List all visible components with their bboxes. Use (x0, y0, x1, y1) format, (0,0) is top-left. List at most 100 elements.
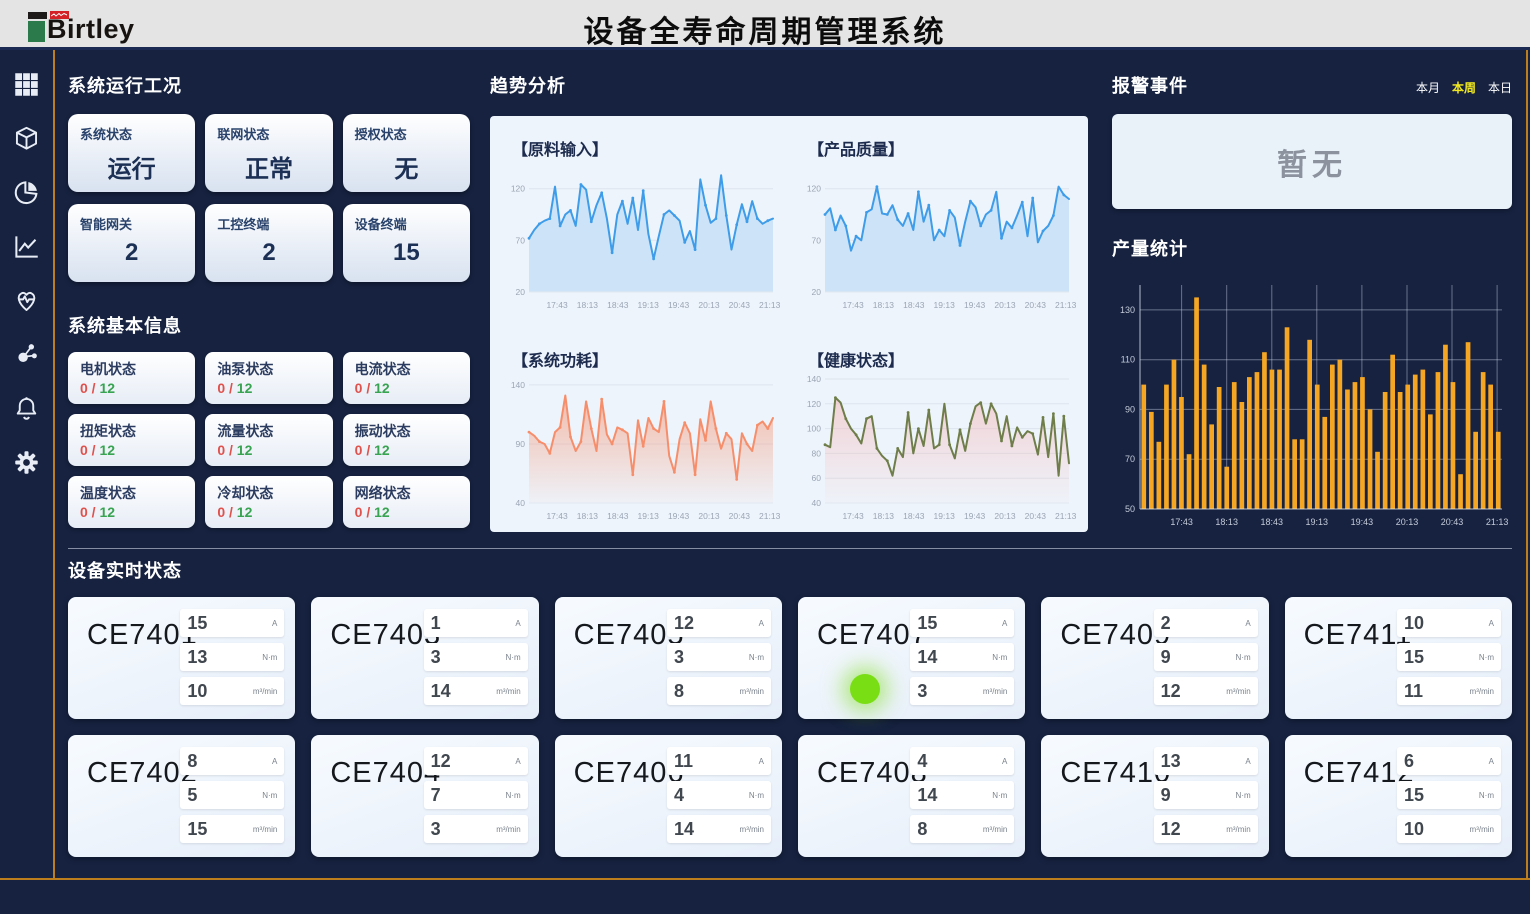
alarm-production-panel: 报警事件 本月本周本日 暂无 产量统计 17:4318:1318:4319:13… (1112, 72, 1512, 550)
raw-input-chart: 【原料输入】 207012017:4318:1318:4319:1319:432… (494, 122, 790, 333)
device-card[interactable]: CE74028A5N·m15m³/min (68, 735, 295, 857)
alarm-period-tabs: 本月本周本日 (1416, 79, 1512, 96)
device-value-row: 12m³/min (1154, 815, 1258, 843)
device-unit: A (1245, 757, 1250, 766)
device-value-row: 4N·m (667, 781, 771, 809)
info-card: 温度状态0 / 12 (68, 476, 195, 528)
info-card: 冷却状态0 / 12 (205, 476, 332, 528)
svg-text:21:13: 21:13 (1055, 511, 1077, 521)
device-value-row: 15m³/min (180, 815, 284, 843)
svg-text:20:43: 20:43 (729, 300, 751, 310)
device-values: 11A4N·m14m³/min (667, 747, 771, 843)
info-card-ratio: 0 / 12 (217, 442, 320, 458)
device-value-row: 3N·m (424, 643, 528, 671)
line-chart-icon[interactable] (13, 232, 41, 260)
svg-text:19:13: 19:13 (934, 300, 956, 310)
device-card[interactable]: CE74031A3N·m14m³/min (311, 597, 538, 719)
alarm-count: 0 / (355, 380, 374, 396)
production-title: 产量统计 (1112, 235, 1512, 261)
device-value: 9 (1161, 647, 1171, 668)
device-card[interactable]: CE741110A15N·m11m³/min (1285, 597, 1512, 719)
alarm-tab-本日[interactable]: 本日 (1488, 79, 1512, 96)
production-chart: 17:4318:1318:4319:1319:4320:1320:4321:13… (1112, 271, 1512, 550)
device-card[interactable]: CE740611A4N·m14m³/min (555, 735, 782, 857)
bell-icon[interactable] (13, 394, 41, 422)
device-card[interactable]: CE741013A9N·m12m³/min (1041, 735, 1268, 857)
svg-text:18:43: 18:43 (607, 511, 629, 521)
device-card[interactable]: CE740412A7N·m3m³/min (311, 735, 538, 857)
device-value-row: 10m³/min (180, 677, 284, 705)
network-icon[interactable] (13, 340, 41, 368)
device-values: 1A3N·m14m³/min (424, 609, 528, 705)
device-card[interactable]: CE74126A15N·m10m³/min (1285, 735, 1512, 857)
gear-icon[interactable] (13, 448, 41, 476)
device-card[interactable]: CE74092A9N·m12m³/min (1041, 597, 1268, 719)
device-grid: CE740115A13N·m10m³/minCE74031A3N·m14m³/m… (68, 597, 1512, 857)
svg-text:19:43: 19:43 (964, 511, 986, 521)
svg-text:120: 120 (807, 184, 821, 194)
device-value: 12 (1161, 819, 1181, 840)
alarm-tab-本月[interactable]: 本月 (1416, 79, 1440, 96)
dashboard-root: { "header": { "logo_text": "Birtley", "t… (0, 0, 1530, 914)
device-value-row: 2A (1154, 609, 1258, 637)
total-count: 12 (374, 380, 390, 396)
trend-title: 趋势分析 (490, 72, 1088, 98)
device-value: 2 (1161, 613, 1171, 634)
device-card[interactable]: CE740512A3N·m8m³/min (555, 597, 782, 719)
device-value: 4 (674, 785, 684, 806)
production-chart-plot: 17:4318:1318:4319:1319:4320:1320:4321:13… (1112, 271, 1514, 545)
device-value: 12 (674, 613, 694, 634)
device-value: 3 (917, 681, 927, 702)
info-card: 网络状态0 / 12 (343, 476, 470, 528)
health-icon[interactable] (13, 286, 41, 314)
device-value-row: 8A (180, 747, 284, 775)
device-value-row: 4A (910, 747, 1014, 775)
status-card: 工控终端2 (205, 204, 332, 282)
svg-text:110: 110 (1121, 355, 1135, 365)
gold-divider-left (53, 50, 55, 878)
device-value: 14 (917, 647, 937, 668)
device-unit: A (272, 757, 277, 766)
device-unit: m³/min (740, 687, 764, 696)
alarm-tab-本周[interactable]: 本周 (1452, 79, 1476, 96)
device-value: 4 (917, 751, 927, 772)
device-values: 12A3N·m8m³/min (667, 609, 771, 705)
device-value-row: 3m³/min (424, 815, 528, 843)
device-value: 3 (674, 647, 684, 668)
active-indicator (850, 674, 880, 704)
device-value: 8 (917, 819, 927, 840)
status-card-label: 系统状态 (80, 124, 183, 143)
device-value-row: 14m³/min (667, 815, 771, 843)
svg-text:19:13: 19:13 (638, 300, 660, 310)
total-count: 12 (374, 442, 390, 458)
device-unit: m³/min (983, 687, 1007, 696)
device-value: 9 (1161, 785, 1171, 806)
device-value: 14 (674, 819, 694, 840)
status-card-label: 智能网关 (80, 214, 183, 233)
device-unit: A (515, 757, 520, 766)
alarm-title: 报警事件 (1112, 72, 1188, 98)
grid-icon[interactable] (13, 70, 41, 98)
svg-text:17:43: 17:43 (842, 511, 864, 521)
device-value-row: 10A (1397, 609, 1501, 637)
svg-text:17:43: 17:43 (842, 300, 864, 310)
system-info-title: 系统基本信息 (68, 312, 470, 338)
device-unit: N·m (506, 791, 521, 800)
device-unit: A (1002, 757, 1007, 766)
device-unit: m³/min (1470, 687, 1494, 696)
device-unit: N·m (1236, 791, 1251, 800)
svg-text:20:13: 20:13 (698, 300, 720, 310)
device-card[interactable]: CE740115A13N·m10m³/min (68, 597, 295, 719)
pie-chart-icon[interactable] (13, 178, 41, 206)
devices-panel: 设备实时状态 CE740115A13N·m10m³/minCE74031A3N·… (68, 548, 1512, 857)
svg-text:70: 70 (516, 235, 526, 245)
system-info-grid: 电机状态0 / 12油泵状态0 / 12电流状态0 / 12扭矩状态0 / 12… (68, 352, 470, 528)
svg-text:17:43: 17:43 (546, 300, 568, 310)
device-card[interactable]: CE74084A14N·m8m³/min (798, 735, 1025, 857)
svg-text:18:13: 18:13 (577, 511, 599, 521)
cube-icon[interactable] (13, 124, 41, 152)
info-card-ratio: 0 / 12 (217, 504, 320, 520)
device-value: 14 (917, 785, 937, 806)
device-card[interactable]: CE740715A14N·m3m³/min (798, 597, 1025, 719)
info-card: 电机状态0 / 12 (68, 352, 195, 404)
